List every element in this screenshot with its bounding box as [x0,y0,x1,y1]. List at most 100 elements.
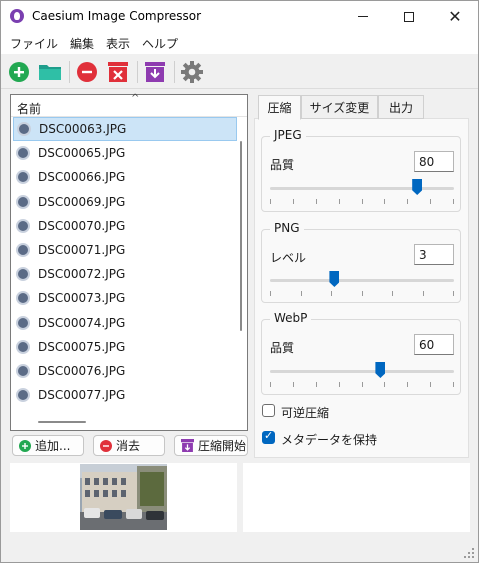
close-button[interactable]: ✕ [432,1,478,32]
webp-quality-input[interactable]: 60 [414,334,454,355]
add-icon[interactable] [7,60,31,84]
png-level-input[interactable]: 3 [414,244,454,265]
slider-tick [270,382,271,387]
app-icon [10,9,24,23]
file-name: DSC00074.JPG [38,315,126,330]
file-list-item[interactable]: DSC00073.JPG [11,286,239,310]
file-rows: DSC00063.JPG DSC00065.JPG DSC00066.JPG DSC0… [11,117,239,407]
file-name: DSC00069.JPG [38,194,126,209]
file-list-item[interactable]: DSC00071.JPG [11,238,239,262]
webp-quality-slider[interactable] [270,362,454,378]
jpeg-slider-thumb[interactable] [412,179,423,195]
slider-tick [292,382,294,387]
column-name-header[interactable]: 名前 [17,100,41,117]
png-group-title: PNG [270,221,304,235]
clear-list-icon[interactable] [106,60,130,84]
image-thumbnail [80,464,167,530]
settings-icon[interactable] [180,60,204,84]
file-list-item[interactable]: DSC00074.JPG [11,311,239,335]
image-file-icon [16,315,30,330]
slider-tick [361,291,363,296]
file-name: DSC00072.JPG [38,267,126,282]
start-compression-button[interactable]: 圧縮開始 [174,435,248,456]
file-list-item[interactable]: DSC00075.JPG [11,335,239,359]
slider-tick [392,291,393,296]
clear-button[interactable]: 消去 [93,435,165,456]
slider-tick [361,199,363,204]
image-file-icon [16,146,30,161]
file-name: DSC00075.JPG [38,339,126,354]
toolbar-separator [69,61,70,83]
png-level-slider[interactable] [270,271,454,287]
slider-tick [338,382,340,387]
file-list-item[interactable]: DSC00065.JPG [11,141,239,165]
file-list-item[interactable]: DSC00070.JPG [11,214,239,238]
lossless-checkbox[interactable] [262,404,275,417]
slider-tick [453,382,454,387]
slider-tick [407,382,409,387]
image-file-icon [16,363,30,378]
tab-compression[interactable]: 圧縮 [258,95,301,120]
list-header[interactable]: ^ 名前 [11,93,247,117]
jpeg-quality-slider[interactable] [270,179,454,195]
file-name: DSC00073.JPG [38,291,126,306]
slider-tick [430,199,432,204]
slider-tick [338,199,340,204]
png-slider-ticks [270,291,454,296]
image-file-icon [16,388,30,403]
webp-quality-label: 品質 [270,341,295,355]
resize-grip-icon[interactable] [464,548,474,558]
slider-tick [384,382,386,387]
image-file-icon [16,218,30,233]
title-bar: Caesium Image Compressor ✕ [1,1,478,32]
menu-help[interactable]: ヘルプ [136,35,184,52]
jpeg-group-title: JPEG [270,128,306,142]
image-file-icon [16,339,30,354]
file-name: DSC00065.JPG [38,146,126,161]
file-name: DSC00076.JPG [38,363,126,378]
slider-tick [331,291,332,296]
menu-view[interactable]: 表示 [100,35,136,52]
jpeg-quality-input[interactable]: 80 [414,151,454,172]
compress-small-icon [181,439,194,452]
image-file-icon [16,291,30,306]
file-list-item[interactable]: DSC00066.JPG [11,165,239,189]
clear-label: 消去 [116,439,141,453]
file-list-item[interactable]: DSC00063.JPG [13,117,237,142]
horizontal-scrollbar[interactable] [38,421,86,423]
tab-resize[interactable]: サイズ変更 [301,95,378,119]
add-files-label: 追加... [35,439,71,453]
menu-edit[interactable]: 編集 [64,35,100,52]
file-name: DSC00077.JPG [38,388,126,403]
lossless-label[interactable]: 可逆圧縮 [281,404,329,421]
png-slider-thumb[interactable] [329,271,340,287]
slider-tick [453,199,454,204]
webp-slider-thumb[interactable] [375,362,386,378]
slider-tick [422,291,424,296]
file-list-item[interactable]: DSC00077.JPG [11,383,239,407]
minimize-button[interactable] [340,1,386,32]
file-list-item[interactable]: DSC00072.JPG [11,262,239,286]
add-files-button[interactable]: 追加... [12,435,84,456]
toolbar-separator [137,61,138,83]
tab-output[interactable]: 出力 [378,95,424,119]
slider-tick [270,291,271,296]
image-file-icon [17,122,31,137]
remove-icon[interactable] [75,60,99,84]
keep-metadata-checkbox[interactable] [262,429,275,444]
slider-tick [453,291,454,296]
webp-group: WebP 品質 60 [261,311,461,395]
keep-metadata-label[interactable]: メタデータを保持 [281,431,377,448]
vertical-scrollbar[interactable] [240,141,242,331]
maximize-button[interactable] [386,1,432,32]
menu-file[interactable]: ファイル [4,35,64,52]
file-list-item[interactable]: DSC00069.JPG [11,190,239,214]
open-folder-icon[interactable] [38,60,62,84]
slider-tick [292,199,294,204]
file-list-item[interactable]: DSC00076.JPG [11,359,239,383]
image-file-icon [16,243,30,258]
jpeg-quality-label: 品質 [270,158,295,172]
slider-tick [407,199,409,204]
file-list[interactable]: ^ 名前 DSC00063.JPG DSC00065.JPG DSC00066.JP… [10,93,248,431]
compress-icon[interactable] [143,60,167,84]
